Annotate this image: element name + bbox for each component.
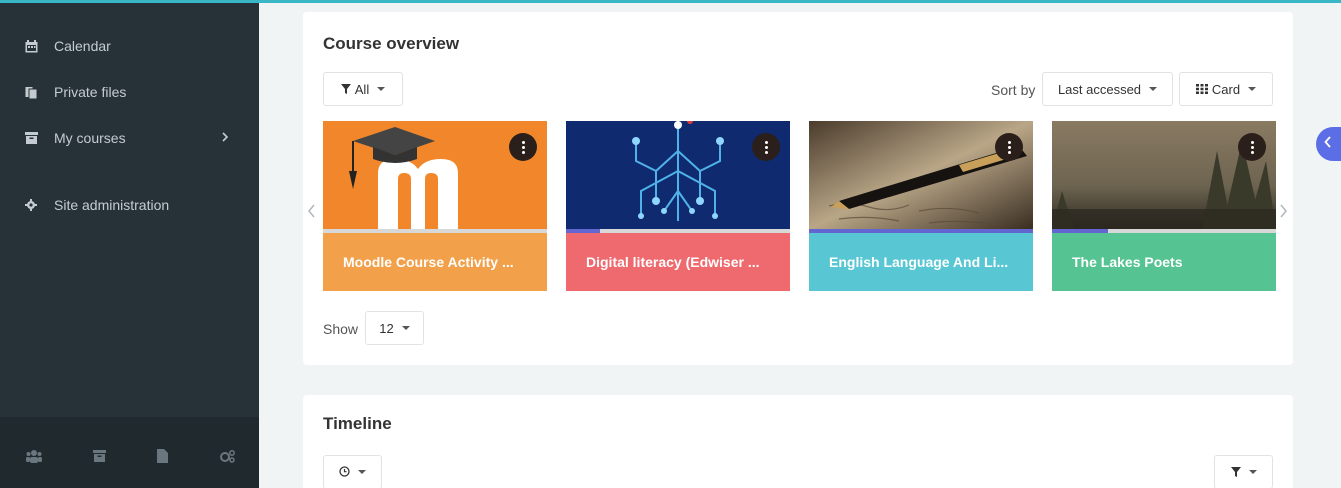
course-name: Moodle Course Activity ... [323,233,547,291]
file-icon[interactable] [153,447,171,465]
view-mode-dropdown[interactable]: Card [1179,72,1273,106]
sidebar-item-label: My courses [54,130,126,146]
sort-dropdown[interactable]: Last accessed [1042,72,1173,106]
clock-icon [339,465,350,480]
vertical-dots-icon [1250,140,1254,155]
show-label: Show [323,321,359,337]
chevron-left-icon [1324,135,1332,153]
users-icon[interactable] [25,447,43,465]
sidebar-item-label: Calendar [54,38,111,54]
sidebar-item-site-administration[interactable]: Site administration [0,185,259,225]
timeline-sort-dropdown[interactable] [1214,455,1273,488]
filter-icon [1230,465,1241,480]
course-card[interactable]: The Lakes Poets [1052,121,1276,291]
caret-down-icon [401,326,410,330]
drawer-toggle-button[interactable] [1316,127,1341,161]
carousel-prev-icon[interactable] [308,202,316,223]
sidebar-footer [0,417,259,488]
page-size-dropdown[interactable]: 12 [365,311,424,345]
left-sidebar: Calendar Private files My courses Site a… [0,3,259,488]
caret-down-icon [1149,87,1158,91]
timeline-panel: Timeline [303,395,1293,488]
course-menu-button[interactable] [752,133,780,161]
filter-all-dropdown[interactable]: All [323,72,403,106]
files-icon [24,85,38,99]
sidebar-item-label: Site administration [54,197,170,213]
sidebar-item-private-files[interactable]: Private files [0,72,259,112]
course-card[interactable]: Digital literacy (Edwiser ... [566,121,790,291]
course-menu-button[interactable] [509,133,537,161]
course-menu-button[interactable] [995,133,1023,161]
sidebar-item-label: Private files [54,84,127,100]
course-card[interactable]: Moodle Course Activity ... [323,121,547,291]
vertical-dots-icon [764,140,768,155]
timeline-title: Timeline [323,414,392,433]
chevron-right-icon [221,130,229,146]
timeline-date-dropdown[interactable] [323,455,382,488]
course-name: The Lakes Poets [1052,233,1276,291]
calendar-icon [24,39,38,53]
top-accent-line [0,0,1341,3]
sort-by-label: Sort by [991,82,1036,98]
gear-icon [24,198,38,212]
caret-down-icon [1248,87,1257,91]
grid-icon [1195,82,1208,97]
course-overview-title: Course overview [323,34,460,53]
archive-icon[interactable] [90,447,108,465]
filter-icon [340,82,351,97]
vertical-dots-icon [1007,140,1011,155]
cogs-icon[interactable] [218,447,236,465]
vertical-dots-icon [521,140,525,155]
carousel-next-icon[interactable] [1279,202,1287,223]
course-menu-button[interactable] [1238,133,1266,161]
archive-icon [24,131,38,145]
course-card[interactable]: English Language And Li... [809,121,1033,291]
sidebar-item-my-courses[interactable]: My courses [0,118,259,158]
caret-down-icon [358,470,366,474]
course-name: Digital literacy (Edwiser ... [566,233,790,291]
course-name: English Language And Li... [809,233,1033,291]
caret-down-icon [377,87,386,91]
course-overview-panel: Course overview All Sort by Last accesse… [303,12,1293,365]
sidebar-item-calendar[interactable]: Calendar [0,26,259,66]
caret-down-icon [1248,470,1257,474]
